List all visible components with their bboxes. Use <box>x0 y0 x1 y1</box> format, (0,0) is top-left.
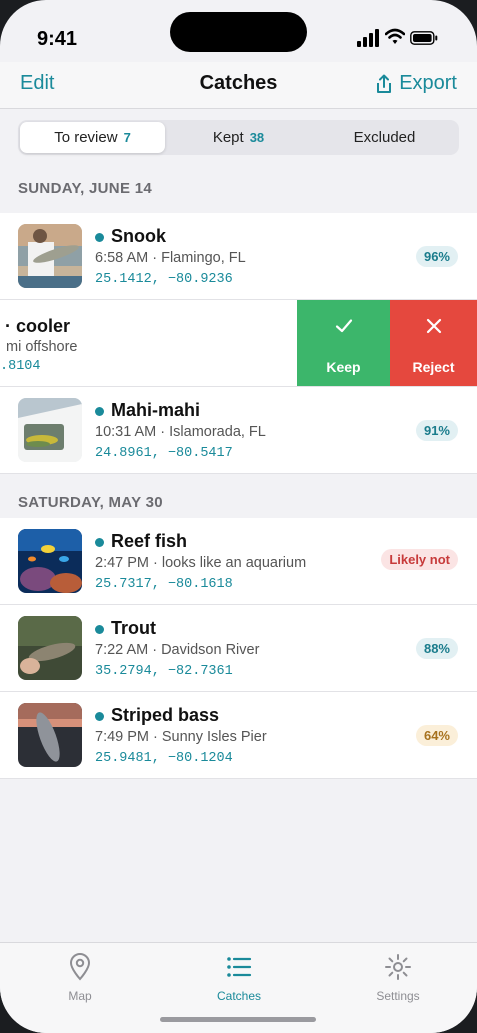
tab-label: Catches <box>216 989 262 1003</box>
reject-button[interactable]: Reject <box>390 300 477 386</box>
catch-species: Striped bass <box>111 705 220 725</box>
export-label: Export <box>399 72 457 94</box>
phone-screen: 9:41 Edit Catches Export To review 7 Kep… <box>0 0 477 1033</box>
catch-photo <box>18 616 82 680</box>
review-filter-segmented-control: To review 7 Kept 38 Excluded <box>18 120 459 155</box>
dynamic-island <box>170 12 307 52</box>
likely-not-badge: Likely not <box>381 549 458 570</box>
tab-catches[interactable]: Catches <box>179 953 299 1003</box>
catch-coordinates: 25.1412, −80.9236 <box>95 272 233 287</box>
list-icon <box>227 957 252 977</box>
catch-photo <box>18 703 82 767</box>
catch-species: Snook <box>111 226 167 246</box>
catch-time-location: 7:22 AM · Davidson River <box>95 642 260 658</box>
tab-map[interactable]: Map <box>20 953 140 1003</box>
catch-time-location: 6:58 AM · Flamingo, FL <box>95 250 246 266</box>
catch-species: Reef fish <box>111 531 188 551</box>
catch-row-reef-fish[interactable]: Reef fish 2:47 PM · looks like an aquari… <box>0 518 477 605</box>
map-pin-icon <box>69 953 91 981</box>
catch-row-striped-bass[interactable]: Striped bass 7:49 PM · Sunny Isles Pier … <box>0 692 477 779</box>
catch-photo <box>18 398 82 462</box>
wifi-icon <box>385 28 405 44</box>
battery-icon <box>410 31 438 45</box>
catch-species: Mahi-mahi <box>111 400 201 420</box>
unreviewed-dot <box>95 712 104 721</box>
tab-settings[interactable]: Settings <box>338 953 458 1003</box>
catch-species: · cooler <box>5 316 71 336</box>
segment-label: To review <box>54 129 118 146</box>
segment-to-review[interactable]: To review 7 <box>20 122 165 153</box>
catch-coordinates: 24.8961, −80.5417 <box>95 446 233 461</box>
segment-count: 7 <box>123 130 131 145</box>
checkmark-icon <box>335 319 352 333</box>
catch-photo <box>18 529 82 593</box>
section-header: SATURDAY, MAY 30 <box>18 494 163 511</box>
catch-time-location: 10:31 AM · Islamorada, FL <box>95 424 266 440</box>
confidence-badge: 88% <box>415 638 458 659</box>
close-icon <box>426 318 441 334</box>
segment-label: Excluded <box>353 129 416 146</box>
catch-time-location: mi offshore <box>6 339 78 355</box>
gear-icon <box>385 954 411 980</box>
tab-label: Settings <box>376 989 420 1003</box>
status-bar: 9:41 <box>0 0 477 70</box>
export-button[interactable]: Export <box>375 72 457 95</box>
catch-coordinates: 35.2794, −82.7361 <box>95 664 233 679</box>
segment-kept[interactable]: Kept 38 <box>166 122 311 153</box>
unreviewed-dot <box>95 625 104 634</box>
catch-species: Trout <box>111 618 156 638</box>
catch-row-snook[interactable]: Snook 6:58 AM · Flamingo, FL 25.1412, −8… <box>0 213 477 300</box>
share-icon <box>377 74 392 93</box>
unreviewed-dot <box>95 233 104 242</box>
keep-label: Keep <box>326 359 361 375</box>
confidence-badge: 96% <box>415 246 458 267</box>
navigation-bar: Edit Catches Export <box>0 62 477 109</box>
catch-coordinates: 25.7317, −80.1618 <box>95 577 233 592</box>
segment-label: Kept <box>212 129 244 146</box>
catch-photo <box>18 224 82 288</box>
unreviewed-dot <box>95 407 104 416</box>
status-time: 9:41 <box>37 28 78 50</box>
signal-icon <box>357 29 379 47</box>
section-header: SUNDAY, JUNE 14 <box>18 180 152 197</box>
keep-button[interactable]: Keep <box>297 300 390 386</box>
unreviewed-dot <box>95 538 104 547</box>
confidence-badge: 91% <box>415 420 458 441</box>
catch-row-mahi-mahi[interactable]: Mahi-mahi 10:31 AM · Islamorada, FL 24.8… <box>0 387 477 474</box>
tab-label: Map <box>68 989 92 1003</box>
catch-coordinates: .8104 <box>0 359 41 374</box>
catch-row-swiped[interactable]: · cooler mi offshore .8104 Keep Reject <box>0 300 477 387</box>
segment-count: 38 <box>249 130 265 145</box>
confidence-badge: 64% <box>415 725 458 746</box>
segment-excluded[interactable]: Excluded <box>312 122 457 153</box>
reject-label: Reject <box>412 359 455 375</box>
catch-row-trout[interactable]: Trout 7:22 AM · Davidson River 35.2794, … <box>0 605 477 692</box>
home-indicator[interactable] <box>160 1017 316 1022</box>
catch-time-location: 2:47 PM · looks like an aquarium <box>95 555 307 571</box>
catch-time-location: 7:49 PM · Sunny Isles Pier <box>95 729 267 745</box>
catch-coordinates: 25.9481, −80.1204 <box>95 751 233 766</box>
swiped-row-content: · cooler mi offshore .8104 <box>0 300 297 386</box>
